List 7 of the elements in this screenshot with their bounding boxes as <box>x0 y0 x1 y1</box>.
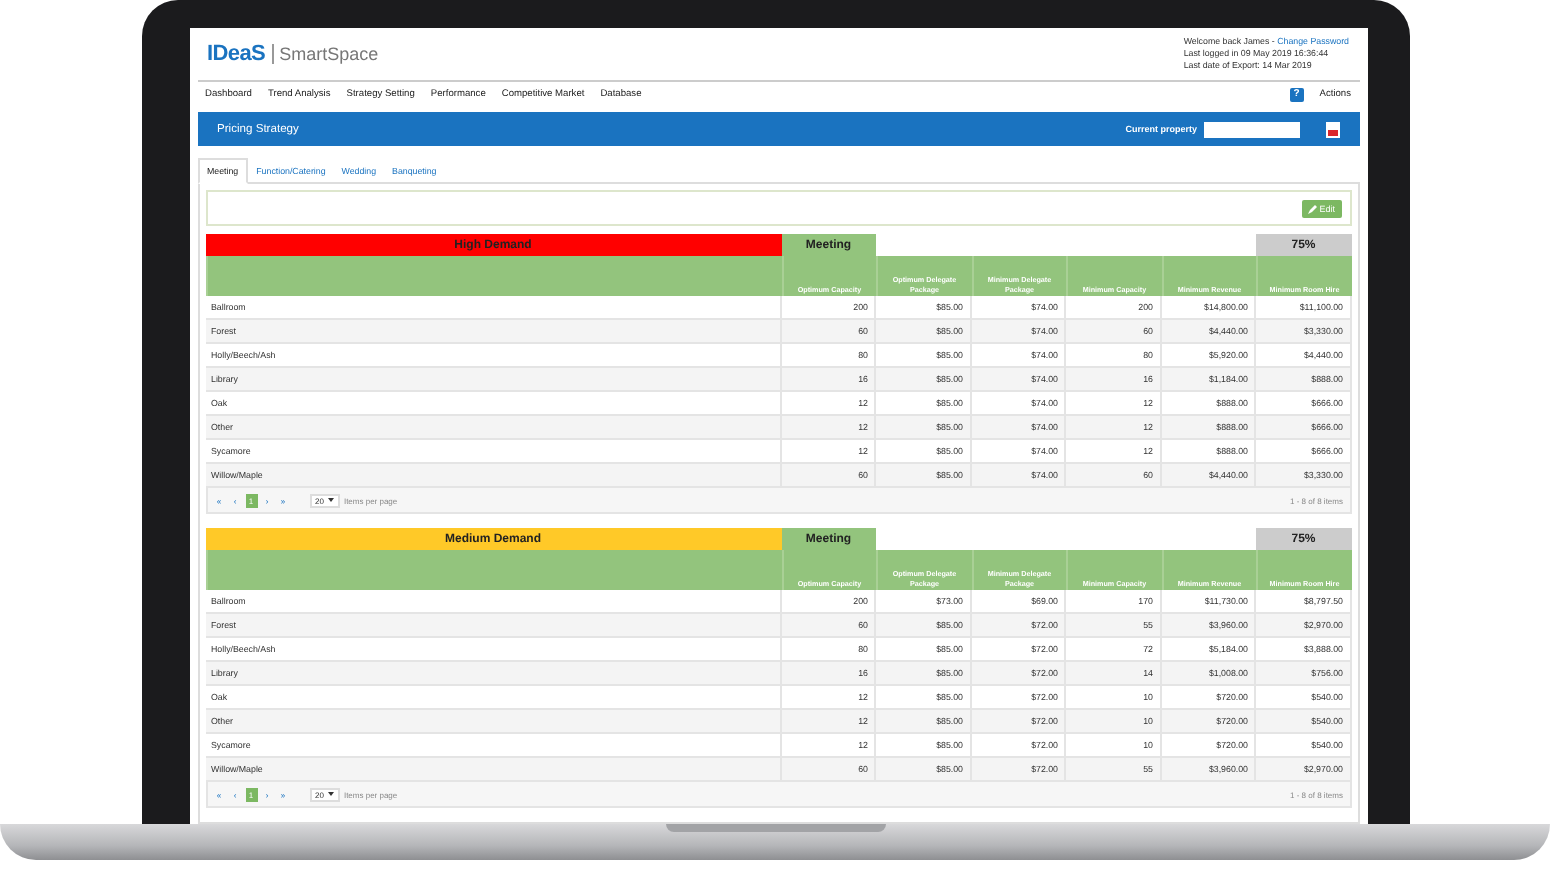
caret-icon <box>327 498 334 502</box>
document-icon[interactable] <box>1325 121 1339 138</box>
logo-text: IDeaS <box>207 41 266 66</box>
caret-icon <box>327 792 334 796</box>
product-name: SmartSpace <box>271 43 379 64</box>
property-field[interactable] <box>1203 121 1299 138</box>
pencil-icon <box>1307 203 1318 213</box>
